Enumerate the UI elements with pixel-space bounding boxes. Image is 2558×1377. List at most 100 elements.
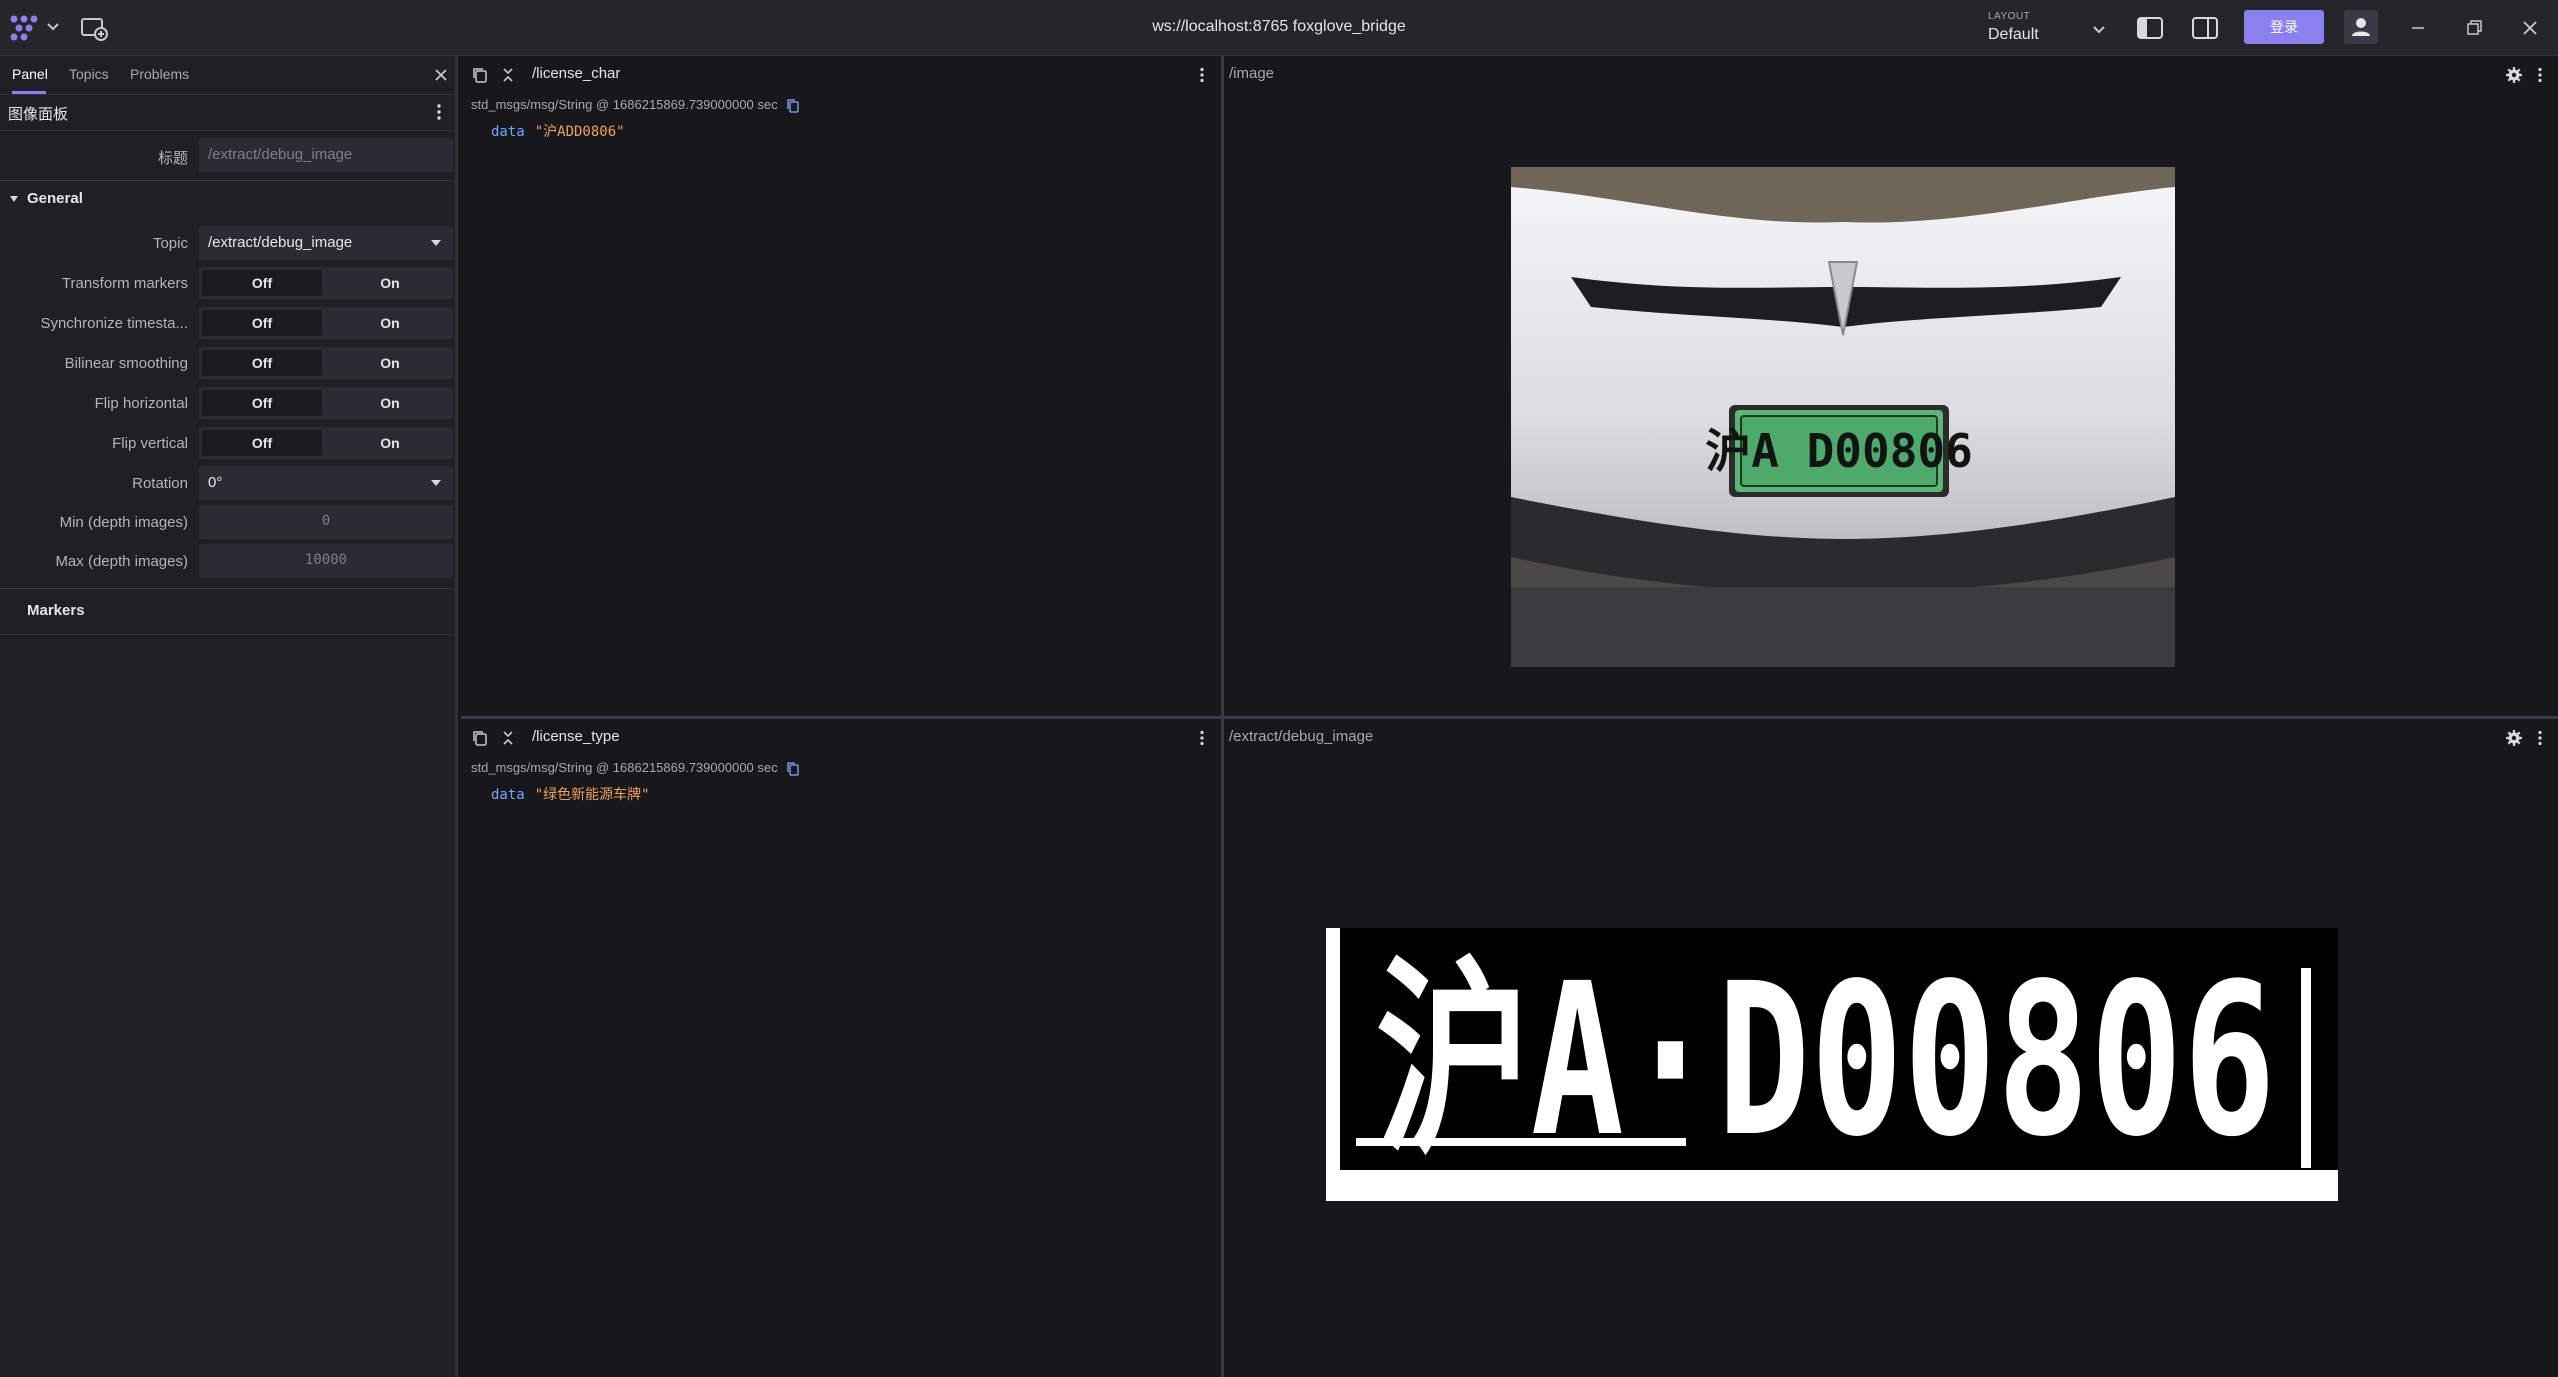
panel-toolbar: /license_char bbox=[461, 56, 1221, 92]
flip-vertical-label: Flip vertical bbox=[112, 435, 188, 452]
min-depth-label: Min (depth images) bbox=[59, 514, 188, 531]
raw-messages-panel-license-char: /license_char std_msgs/msg/String @ 1686… bbox=[461, 56, 1221, 716]
rotation-label: Rotation bbox=[132, 475, 188, 492]
panel-title-row: 图像面板 bbox=[0, 94, 455, 131]
bilinear-smoothing-on[interactable]: On bbox=[330, 350, 450, 376]
kebab-menu-icon[interactable] bbox=[430, 103, 448, 121]
layout-label: LAYOUT bbox=[1988, 11, 2031, 22]
bilinear-smoothing-toggle: Off On bbox=[199, 347, 453, 379]
panel-settings-sidebar: Panel Topics Problems 图像面板 标题 /extract/d… bbox=[0, 56, 458, 1377]
message-meta-text: std_msgs/msg/String @ 1686215869.7390000… bbox=[471, 97, 778, 112]
copy-icon[interactable] bbox=[471, 66, 489, 84]
transform-markers-off[interactable]: Off bbox=[202, 270, 322, 296]
transform-markers-label: Transform markers bbox=[61, 275, 188, 292]
transform-markers-on[interactable]: On bbox=[330, 270, 450, 296]
panel-toolbar: /image bbox=[1224, 56, 2558, 92]
message-meta-text: std_msgs/msg/String @ 1686215869.7390000… bbox=[471, 760, 778, 775]
title-field-label: 标题 bbox=[157, 150, 188, 167]
minimize-icon[interactable] bbox=[2404, 14, 2432, 42]
restore-icon[interactable] bbox=[2460, 14, 2488, 42]
transform-markers-toggle: Off On bbox=[199, 267, 453, 299]
flip-vertical-on[interactable]: On bbox=[330, 430, 450, 456]
field-value: "沪ADD0806" bbox=[534, 124, 625, 140]
flip-vertical-toggle: Off On bbox=[199, 427, 453, 459]
topic-path[interactable]: /license_type bbox=[532, 728, 620, 745]
sidebar-tabs: Panel Topics Problems bbox=[0, 56, 455, 95]
kebab-menu-icon[interactable] bbox=[2531, 729, 2549, 747]
left-sidebar-icon[interactable] bbox=[2135, 14, 2165, 42]
min-depth-input[interactable]: 0 bbox=[199, 505, 453, 539]
chevron-down-icon[interactable] bbox=[46, 20, 60, 34]
app-bar: ws://localhost:8765 foxglove_bridge LAYO… bbox=[0, 0, 2558, 56]
close-icon[interactable] bbox=[2516, 14, 2544, 42]
message-field: data "沪ADD0806" bbox=[491, 121, 625, 141]
sync-timestamps-on[interactable]: On bbox=[330, 310, 450, 336]
message-meta: std_msgs/msg/String @ 1686215869.7390000… bbox=[471, 760, 799, 776]
panel-toolbar: /license_type bbox=[461, 719, 1221, 755]
chevron-down-icon[interactable] bbox=[9, 194, 19, 204]
sync-timestamps-label: Synchronize timesta... bbox=[40, 315, 188, 332]
field-value: "绿色新能源车牌" bbox=[534, 787, 650, 803]
sync-timestamps-off[interactable]: Off bbox=[202, 310, 322, 336]
gear-icon[interactable] bbox=[2505, 729, 2523, 747]
dropdown-caret-icon bbox=[431, 240, 441, 246]
sync-timestamps-toggle: Off On bbox=[199, 307, 453, 339]
connection-title: ws://localhost:8765 foxglove_bridge bbox=[1152, 18, 1406, 35]
layout-selector[interactable]: LAYOUT Default bbox=[1988, 11, 2108, 47]
collapse-icon[interactable] bbox=[499, 729, 517, 747]
topic-path[interactable]: /image bbox=[1229, 65, 1274, 82]
right-sidebar-icon[interactable] bbox=[2190, 14, 2220, 42]
kebab-menu-icon[interactable] bbox=[2531, 66, 2549, 84]
camera-image: 沪A D00806 bbox=[1511, 167, 2175, 667]
bilinear-smoothing-label: Bilinear smoothing bbox=[64, 355, 188, 372]
tab-problems[interactable]: Problems bbox=[130, 66, 189, 82]
tab-topics[interactable]: Topics bbox=[69, 66, 109, 82]
divider bbox=[0, 588, 455, 589]
field-key: data bbox=[491, 787, 525, 803]
tab-panel[interactable]: Panel bbox=[12, 66, 48, 82]
collapse-icon[interactable] bbox=[499, 66, 517, 84]
max-depth-label: Max (depth images) bbox=[55, 553, 188, 570]
flip-horizontal-on[interactable]: On bbox=[330, 390, 450, 416]
message-field: data "绿色新能源车牌" bbox=[491, 784, 650, 804]
binarized-plate-image: 沪A·D00806 bbox=[1326, 928, 2338, 1201]
sign-in-button[interactable]: 登录 bbox=[2244, 10, 2324, 44]
flip-horizontal-off[interactable]: Off bbox=[202, 390, 322, 416]
kebab-menu-icon[interactable] bbox=[1193, 66, 1211, 84]
copy-icon[interactable] bbox=[787, 761, 799, 776]
image-panel-image: /image 沪A D00806 bbox=[1224, 56, 2558, 716]
message-meta: std_msgs/msg/String @ 1686215869.7390000… bbox=[471, 97, 799, 113]
rotation-select[interactable]: 0° bbox=[199, 466, 453, 500]
divider bbox=[0, 180, 455, 181]
image-panel-debug-image: /extract/debug_image 沪A·D00806 bbox=[1224, 719, 2558, 1377]
topic-select[interactable]: /extract/debug_image bbox=[199, 226, 453, 260]
layout-value: Default bbox=[1988, 26, 2039, 43]
panel-split-handle-horizontal[interactable] bbox=[461, 716, 2558, 719]
close-sidebar-icon[interactable] bbox=[432, 66, 450, 84]
general-section-header[interactable]: General bbox=[27, 190, 83, 207]
chevron-down-icon bbox=[2093, 26, 2105, 34]
bilinear-smoothing-off[interactable]: Off bbox=[202, 350, 322, 376]
markers-section-header[interactable]: Markers bbox=[27, 602, 85, 619]
copy-icon[interactable] bbox=[471, 729, 489, 747]
flip-vertical-off[interactable]: Off bbox=[202, 430, 322, 456]
app-logo-icon[interactable] bbox=[8, 14, 40, 42]
add-panel-icon[interactable] bbox=[80, 16, 108, 42]
copy-icon[interactable] bbox=[787, 98, 799, 113]
dropdown-caret-icon bbox=[431, 480, 441, 486]
max-depth-input[interactable]: 10000 bbox=[199, 544, 453, 578]
topic-path[interactable]: /license_char bbox=[532, 65, 620, 82]
gear-icon[interactable] bbox=[2505, 66, 2523, 84]
rotation-value: 0° bbox=[208, 474, 223, 491]
binarized-plate-text: 沪A·D00806 bbox=[1376, 938, 2276, 1183]
panel-toolbar: /extract/debug_image bbox=[1224, 719, 2558, 755]
topic-label: Topic bbox=[152, 235, 188, 252]
field-key: data bbox=[491, 124, 525, 140]
avatar[interactable] bbox=[2344, 10, 2378, 44]
kebab-menu-icon[interactable] bbox=[1193, 729, 1211, 747]
panel-title: 图像面板 bbox=[8, 106, 69, 123]
title-field[interactable]: /extract/debug_image bbox=[199, 138, 453, 172]
plate-text: 沪A D00806 bbox=[1705, 424, 1973, 478]
topic-path[interactable]: /extract/debug_image bbox=[1229, 728, 1373, 745]
raw-messages-panel-license-type: /license_type std_msgs/msg/String @ 1686… bbox=[461, 719, 1221, 1377]
